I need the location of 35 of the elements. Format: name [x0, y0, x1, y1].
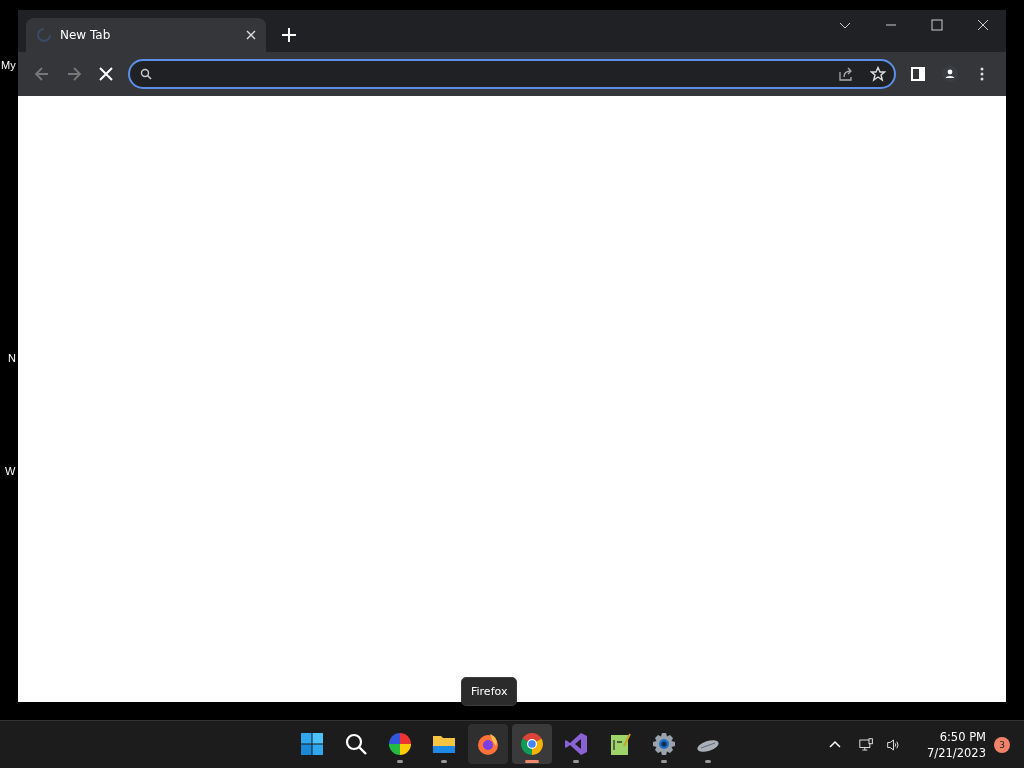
desktop-icon-label[interactable]: My [1, 59, 16, 71]
maximize-icon[interactable] [931, 19, 943, 31]
notification-badge[interactable]: 3 [994, 736, 1010, 753]
color-wheel-icon [388, 732, 412, 756]
clock[interactable]: 6:50 PM 7/21/2023 [927, 728, 986, 761]
close-icon[interactable] [977, 19, 989, 31]
side-panel-icon[interactable] [910, 66, 926, 82]
network-icon[interactable] [859, 737, 875, 752]
time: 6:50 PM [939, 728, 986, 745]
star-icon[interactable] [870, 66, 886, 82]
windows-logo-icon [300, 732, 324, 756]
forward-icon[interactable] [66, 66, 82, 82]
search-icon [344, 732, 368, 756]
address-field[interactable] [128, 59, 896, 89]
infinity-ribbon-icon [564, 732, 588, 756]
close-tab-icon[interactable] [246, 30, 256, 40]
taskbar-app[interactable] [468, 724, 508, 764]
taskbar-app[interactable] [512, 724, 552, 764]
desktop-icon-label[interactable]: N [8, 352, 16, 364]
back-icon[interactable] [34, 66, 50, 82]
browser-tab[interactable]: New Tab [26, 18, 266, 52]
chrome-logo-icon [520, 732, 544, 756]
tooltip: Firefox [461, 677, 518, 706]
date: 7/21/2023 [927, 744, 986, 761]
share-icon[interactable] [838, 66, 854, 82]
stop-icon[interactable] [98, 66, 114, 82]
new-tab-icon[interactable] [282, 28, 296, 42]
search-icon [140, 68, 152, 80]
notepad-icon [608, 732, 632, 756]
volume-icon[interactable] [886, 737, 902, 752]
gear-icon [652, 732, 676, 756]
loading-spinner-icon [36, 27, 52, 43]
profile-icon[interactable] [942, 66, 958, 82]
desktop-icon-label[interactable]: W [5, 465, 16, 477]
fox-globe-icon [476, 732, 500, 756]
